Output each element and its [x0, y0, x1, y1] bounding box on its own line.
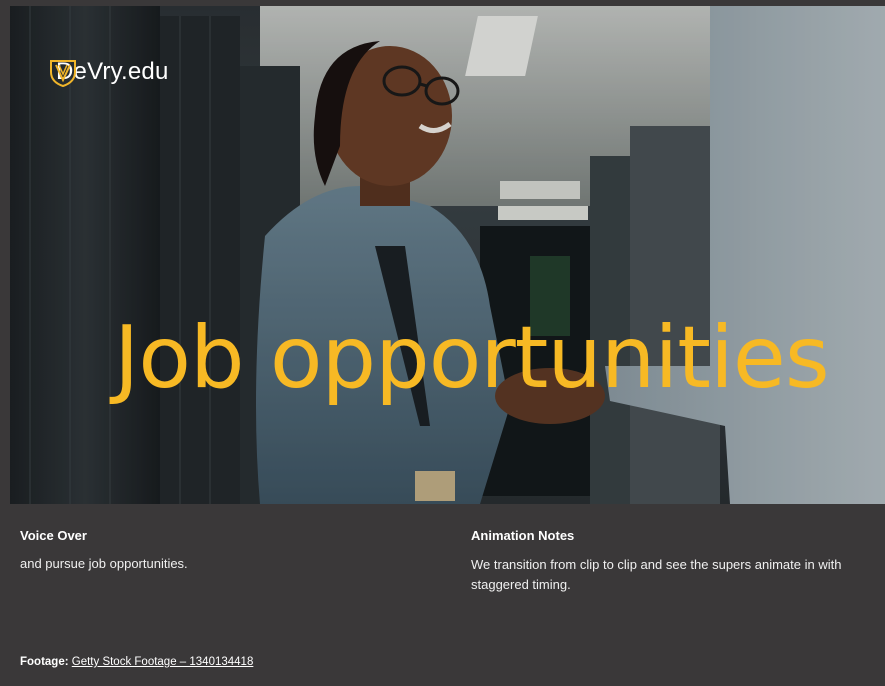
storyboard-frame: DeVry.edu Job opportunities Voice Over a… [0, 0, 885, 686]
footage-link[interactable]: Getty Stock Footage – 1340134418 [72, 656, 254, 668]
voice-over-heading: Voice Over [20, 528, 87, 543]
footage-credit: Footage: Getty Stock Footage – 134013441… [20, 656, 253, 668]
headline-super: Job opportunities [114, 308, 830, 408]
hero-image: DeVry.edu Job opportunities [10, 6, 885, 504]
animation-notes-heading: Animation Notes [471, 528, 575, 543]
voice-over-text: and pursue job opportunities. [20, 556, 188, 571]
animation-notes-text: We transition from clip to clip and see … [471, 557, 842, 592]
devry-shield-icon [50, 60, 76, 88]
footage-label: Footage: [20, 656, 69, 668]
notes-panel: Voice Over and pursue job opportunities.… [0, 504, 885, 686]
devry-logo[interactable]: DeVry.edu [48, 58, 169, 88]
